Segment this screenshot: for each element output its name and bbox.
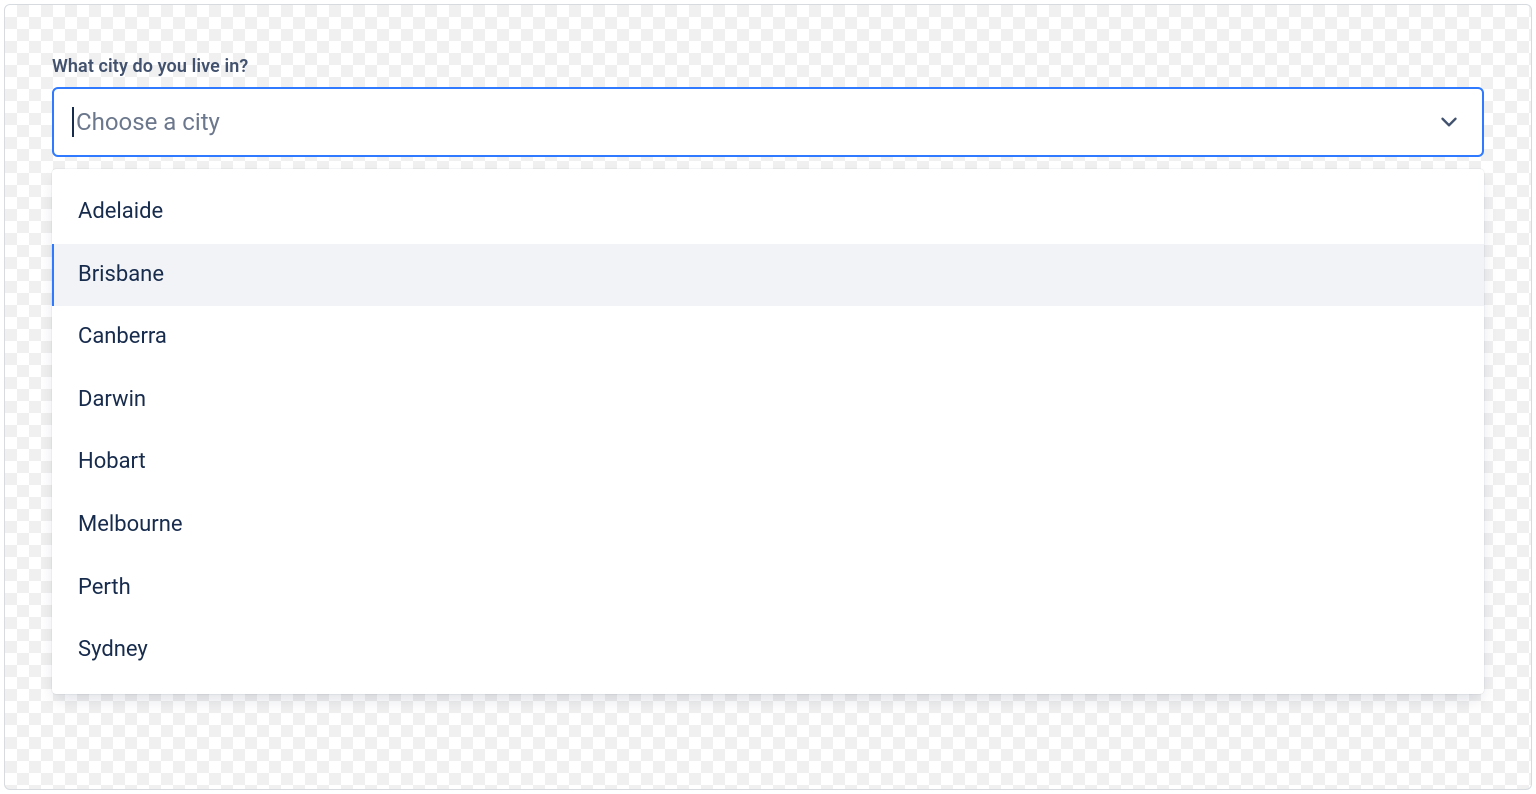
select-placeholder: Choose a city [76, 108, 1436, 136]
city-option[interactable]: Sydney [52, 619, 1484, 682]
chevron-down-icon[interactable] [1436, 109, 1462, 135]
city-option[interactable]: Melbourne [52, 494, 1484, 557]
field-label: What city do you live in? [52, 56, 1484, 77]
city-select-control[interactable]: Choose a city [52, 87, 1484, 157]
city-options-menu: Adelaide Brisbane Canberra Darwin Hobart… [52, 169, 1484, 694]
city-option[interactable]: Brisbane [52, 244, 1484, 307]
city-option[interactable]: Adelaide [52, 181, 1484, 244]
city-option[interactable]: Canberra [52, 306, 1484, 369]
city-option[interactable]: Hobart [52, 431, 1484, 494]
form-container: What city do you live in? Choose a city … [0, 0, 1536, 750]
text-cursor [72, 107, 74, 137]
city-option[interactable]: Darwin [52, 369, 1484, 432]
city-option[interactable]: Perth [52, 557, 1484, 620]
